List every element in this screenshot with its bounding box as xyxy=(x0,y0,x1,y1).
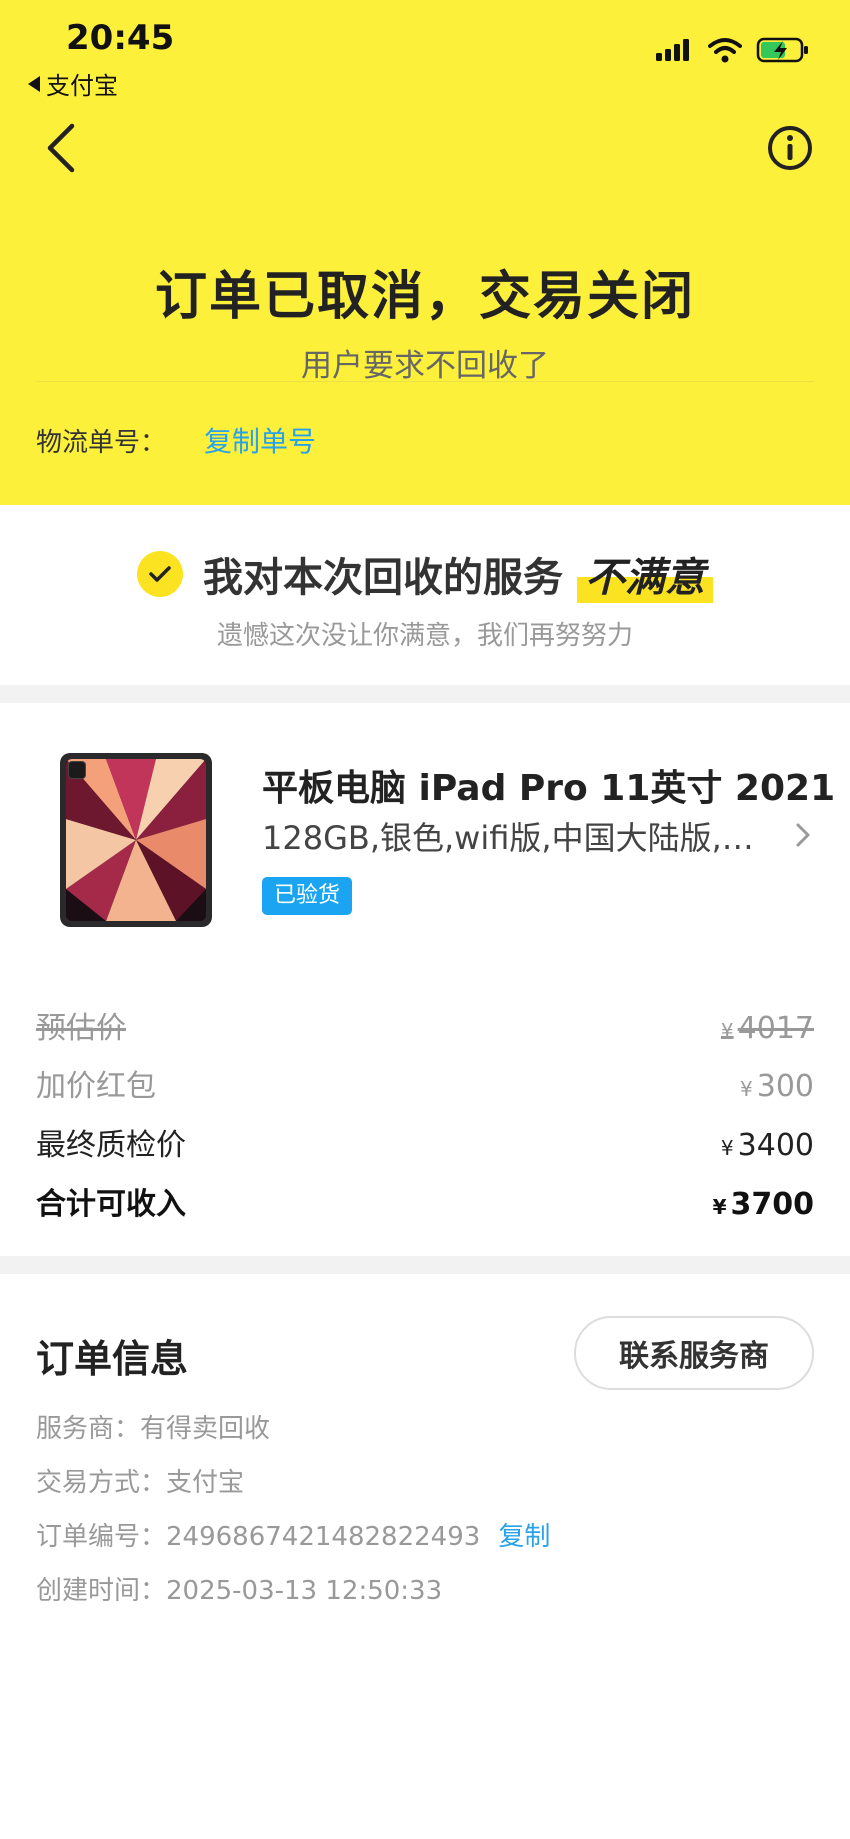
cancel-reason: 用户要求不回收了 xyxy=(301,348,549,384)
price-row-estimated: 预估价 ¥4017 xyxy=(36,1003,814,1047)
product-image-screen xyxy=(66,759,206,921)
section-gap xyxy=(0,1256,850,1274)
status-icons xyxy=(654,36,810,64)
satisfaction-section: 我对本次回收的服务 不满意 遗憾这次没让你满意，我们再努努力 xyxy=(0,505,850,685)
satisfaction-text: 我对本次回收的服务 xyxy=(203,555,563,601)
price-label: 加价红包 xyxy=(36,1069,156,1104)
order-provider: 服务商：有得卖回收 xyxy=(36,1414,271,1444)
logistics-row: 物流单号： 复制单号 xyxy=(36,420,316,460)
order-status-header: 20:45 支付宝 订单已取消，交易关闭 用户要求不回收了 物流单号： 复制单号 xyxy=(0,0,850,505)
battery-charging-icon xyxy=(756,37,808,63)
order-number-row: 订单编号：2496867421482822493 复制 xyxy=(36,1516,550,1553)
price-value: ¥3700 xyxy=(712,1187,814,1222)
back-to-app-link[interactable]: 支付宝 xyxy=(28,66,118,101)
order-number: 订单编号：2496867421482822493 xyxy=(36,1522,481,1552)
price-row-bonus: 加价红包 ¥300 xyxy=(36,1061,814,1105)
copy-order-number-link[interactable]: 复制 xyxy=(498,1522,550,1552)
section-gap xyxy=(0,685,850,703)
check-icon xyxy=(137,551,183,597)
satisfaction-subtext: 遗憾这次没让你满意，我们再努努力 xyxy=(216,621,633,651)
divider xyxy=(36,381,814,382)
satisfaction-row[interactable]: 我对本次回收的服务 不满意 xyxy=(0,545,850,603)
wifi-icon xyxy=(708,38,742,63)
price-row-final-inspection: 最终质检价 ¥3400 xyxy=(36,1120,814,1164)
inspected-badge: 已验货 xyxy=(262,877,353,915)
product-image[interactable] xyxy=(60,753,212,927)
order-payment-method: 交易方式：支付宝 xyxy=(36,1468,245,1498)
camera-module xyxy=(68,761,86,779)
chevron-right-icon[interactable] xyxy=(794,821,812,849)
order-info-title: 订单信息 xyxy=(36,1337,189,1381)
back-app-label: 支付宝 xyxy=(46,72,118,100)
price-value: ¥4017 xyxy=(720,1011,814,1046)
order-status-title: 订单已取消，交易关闭 xyxy=(154,267,695,327)
price-label: 合计可收入 xyxy=(36,1187,186,1222)
back-triangle-icon xyxy=(28,75,40,92)
info-icon[interactable] xyxy=(766,124,814,172)
price-value: ¥3400 xyxy=(720,1128,814,1163)
order-created-time: 创建时间：2025-03-13 12:50:33 xyxy=(36,1576,443,1606)
back-arrow-icon[interactable] xyxy=(44,122,78,174)
price-row-total: 合计可收入 ¥3700 xyxy=(36,1179,814,1223)
contact-provider-button[interactable]: 联系服务商 xyxy=(574,1316,814,1390)
product-section: 平板电脑 iPad Pro 11英寸 2021 128GB,银色,wifi版,中… xyxy=(0,703,850,1256)
status-time: 20:45 xyxy=(66,18,175,58)
product-spec[interactable]: 128GB,银色,wifi版,中国大陆版,过保,其他 xyxy=(262,813,772,859)
price-label: 最终质检价 xyxy=(36,1128,186,1163)
order-info-section: 订单信息 联系服务商 服务商：有得卖回收 交易方式：支付宝 订单编号：24968… xyxy=(0,1274,850,1839)
price-label: 预估价 xyxy=(36,1011,126,1046)
satisfaction-rating: 不满意 xyxy=(577,545,713,603)
copy-tracking-number-link[interactable]: 复制单号 xyxy=(204,420,316,460)
signal-icon xyxy=(656,39,689,61)
product-title[interactable]: 平板电脑 iPad Pro 11英寸 2021 xyxy=(262,759,835,811)
price-value: ¥300 xyxy=(740,1069,814,1104)
logistics-label: 物流单号： xyxy=(36,427,167,458)
